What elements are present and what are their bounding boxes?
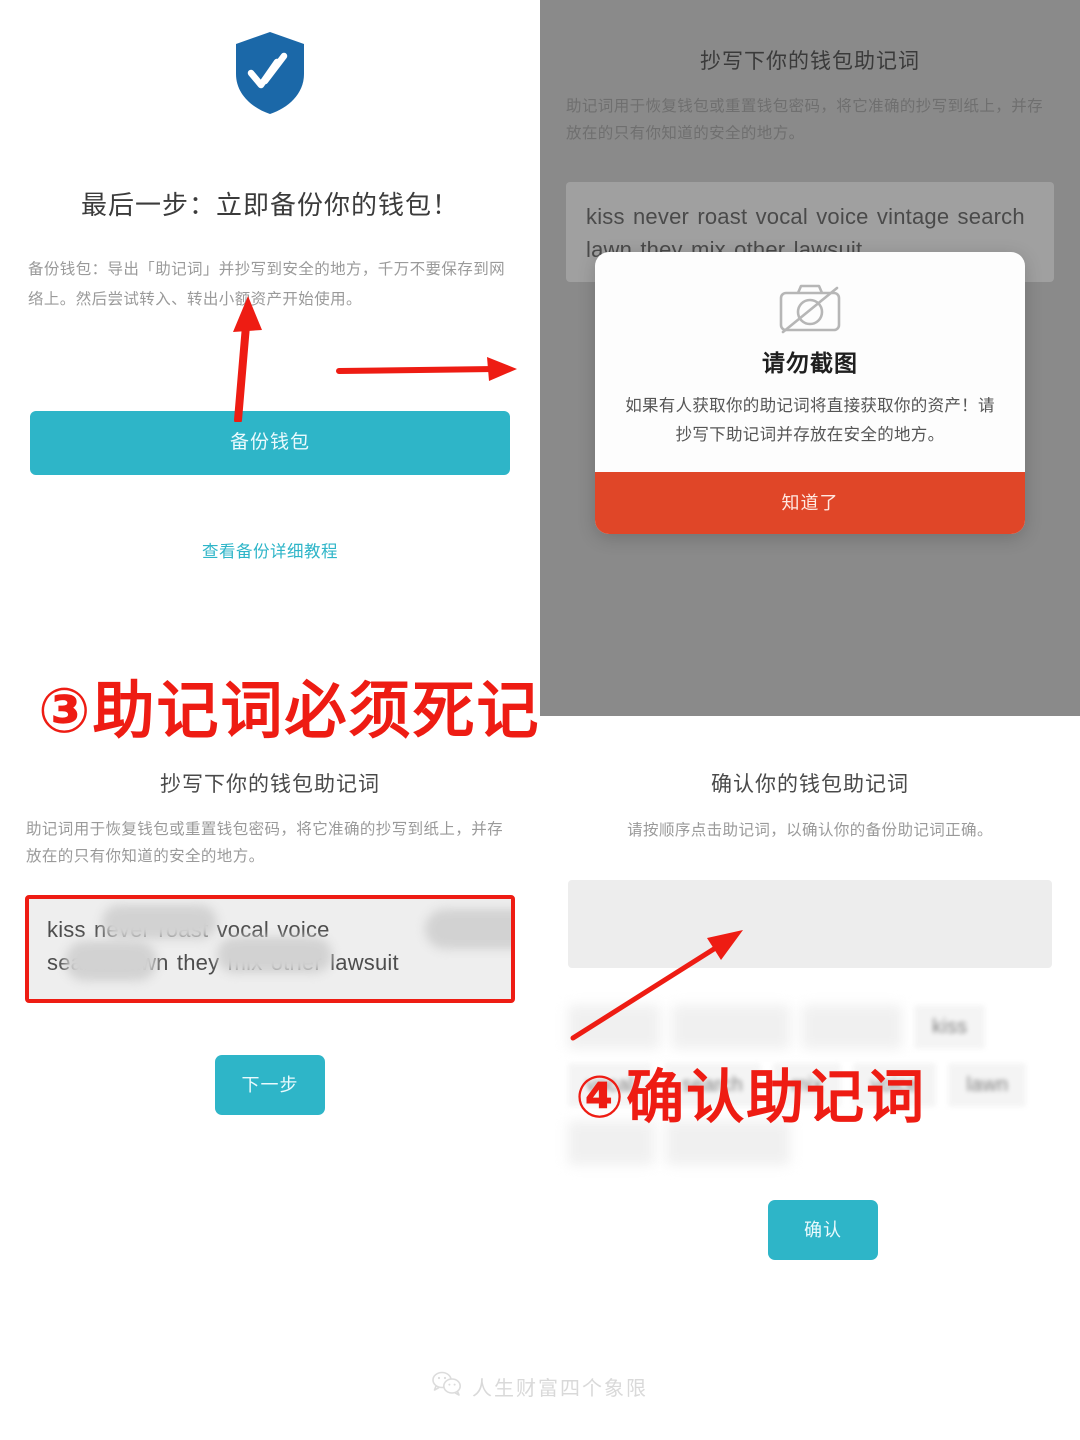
footer-watermark: 人生财富四个象限 bbox=[0, 1371, 1080, 1402]
selected-words-area[interactable] bbox=[568, 880, 1052, 968]
next-step-button[interactable]: 下一步 bbox=[215, 1055, 325, 1115]
screenshot-canvas: 最后一步：立即备份你的钱包！ 备份钱包：导出「助记词」并抄写到安全的地方，千万不… bbox=[0, 0, 1080, 1440]
mnemonic-description: 助记词用于恢复钱包或重置钱包密码，将它准确的抄写到纸上，并存放在的只有你知道的安… bbox=[566, 98, 1044, 143]
annotation-step-3: ③助记词必须死记 bbox=[38, 674, 541, 747]
confirm-description: 请按顺序点击助记词，以确认你的备份助记词正确。 bbox=[627, 822, 993, 839]
word-chip[interactable]: kiss bbox=[914, 1005, 986, 1049]
no-camera-icon bbox=[625, 282, 995, 334]
backup-wallet-button[interactable]: 备份钱包 bbox=[30, 411, 510, 475]
word-chip[interactable] bbox=[802, 1005, 902, 1049]
screen-confirm-mnemonic: 确认你的钱包助记词 请按顺序点击助记词，以确认你的备份助记词正确。 kiss vo… bbox=[540, 740, 1080, 1320]
page-title: 最后一步：立即备份你的钱包！ bbox=[80, 190, 459, 220]
annotation-step-4: ④确认助记词 bbox=[575, 1063, 927, 1131]
dialog-title: 请勿截图 bbox=[762, 350, 858, 376]
wechat-icon bbox=[432, 1371, 462, 1402]
no-screenshot-dialog: 请勿截图 如果有人获取你的助记词将直接获取你的资产！请抄写下助记词并存放在安全的… bbox=[595, 252, 1025, 534]
backup-tutorial-link[interactable]: 查看备份详细教程 bbox=[0, 538, 540, 562]
redaction-smudge bbox=[425, 909, 511, 949]
page-title: 确认你的钱包助记词 bbox=[711, 773, 909, 796]
page-title: 抄写下你的钱包助记词 bbox=[700, 50, 920, 73]
word-chip[interactable]: lawn bbox=[948, 1063, 1027, 1107]
redaction-smudge bbox=[65, 941, 157, 981]
screen-write-mnemonic: 抄写下你的钱包助记词 助记词用于恢复钱包或重置钱包密码，将它准确的抄写到纸上，并… bbox=[0, 740, 540, 1180]
dialog-message: 如果有人获取你的助记词将直接获取你的资产！请抄写下助记词并存放在安全的地方。 bbox=[625, 397, 995, 444]
page-title: 抄写下你的钱包助记词 bbox=[160, 773, 380, 796]
confirm-button[interactable]: 确认 bbox=[768, 1200, 878, 1260]
account-name: 人生财富四个象限 bbox=[472, 1378, 648, 1400]
redaction-smudge bbox=[102, 905, 217, 939]
shield-check-icon bbox=[0, 30, 540, 116]
dialog-ok-button[interactable]: 知道了 bbox=[595, 471, 1025, 534]
screen-backup-wallet: 最后一步：立即备份你的钱包！ 备份钱包：导出「助记词」并抄写到安全的地方，千万不… bbox=[0, 0, 540, 660]
mnemonic-textbox[interactable]: kiss never roast vocal voice search lawn… bbox=[25, 895, 515, 1003]
word-chip[interactable] bbox=[568, 1005, 660, 1049]
mnemonic-description: 助记词用于恢复钱包或重置钱包密码，将它准确的抄写到纸上，并存放在的只有你知道的安… bbox=[26, 821, 504, 866]
word-chip[interactable] bbox=[672, 1005, 790, 1049]
backup-description: 备份钱包：导出「助记词」并抄写到安全的地方，千万不要保存到网络上。然后尝试转入、… bbox=[28, 261, 506, 309]
dialog-body: 请勿截图 如果有人获取你的助记词将直接获取你的资产！请抄写下助记词并存放在安全的… bbox=[595, 252, 1025, 472]
redaction-smudge bbox=[217, 937, 332, 973]
